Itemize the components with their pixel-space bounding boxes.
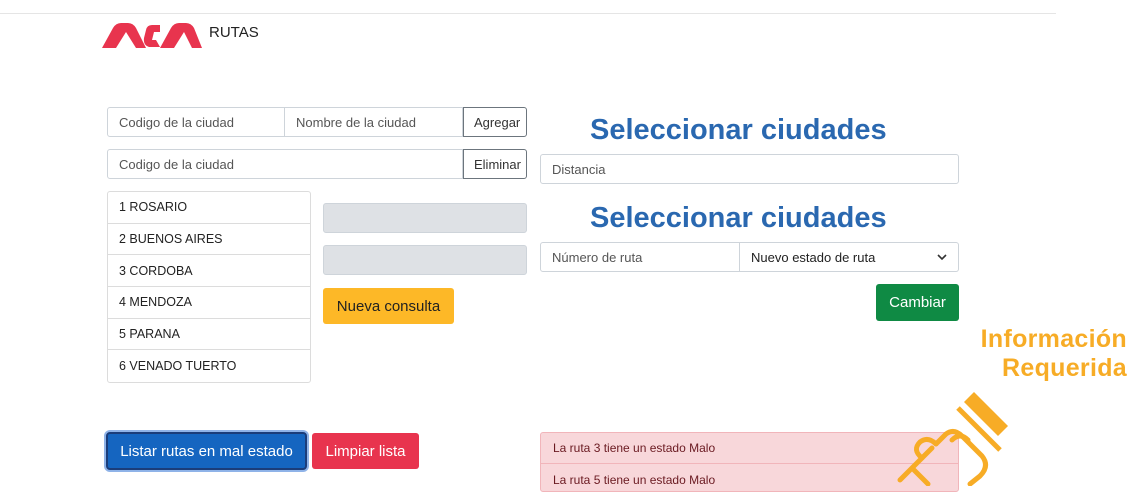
- city-name-input[interactable]: Nombre de la ciudad: [285, 107, 463, 137]
- origin-city-slot[interactable]: [323, 203, 527, 233]
- clear-list-button[interactable]: Limpiar lista: [312, 433, 419, 469]
- info-required-label: Información Requerida: [981, 325, 1127, 383]
- info-line-2: Requerida: [1002, 354, 1127, 382]
- new-query-button[interactable]: Nueva consulta: [323, 288, 454, 324]
- delete-city-form: Codigo de la ciudad Eliminar: [107, 149, 527, 179]
- city-code-input[interactable]: Codigo de la ciudad: [107, 107, 285, 137]
- pointing-hand-icon: [897, 392, 1008, 486]
- add-city-button[interactable]: Agregar: [463, 107, 527, 137]
- list-item[interactable]: 5 PARANA: [108, 319, 310, 351]
- list-item[interactable]: 6 VENADO TUERTO: [108, 350, 310, 382]
- route-heading: Seleccionar ciudades: [590, 202, 887, 234]
- distance-field[interactable]: Distancia: [540, 154, 959, 184]
- route-state-select[interactable]: Nuevo estado de ruta: [740, 242, 959, 272]
- chevron-down-icon: [937, 253, 947, 260]
- list-item[interactable]: 1 ROSARIO: [108, 192, 310, 224]
- aca-logo-icon: [102, 23, 202, 48]
- route-state-select-value: Nuevo estado de ruta: [751, 249, 876, 265]
- list-item[interactable]: 2 BUENOS AIRES: [108, 224, 310, 256]
- delete-city-code-input[interactable]: Codigo de la ciudad: [107, 149, 463, 179]
- delete-city-button[interactable]: Eliminar: [463, 149, 527, 179]
- add-city-form: Codigo de la ciudad Nombre de la ciudad …: [107, 107, 527, 137]
- destination-city-slot[interactable]: [323, 245, 527, 275]
- list-item[interactable]: 3 CORDOBA: [108, 255, 310, 288]
- distance-heading: Seleccionar ciudades: [590, 114, 887, 146]
- list-bad-routes-button[interactable]: Listar rutas en mal estado: [106, 432, 307, 470]
- city-list: 1 ROSARIO 2 BUENOS AIRES 3 CORDOBA 4 MEN…: [107, 191, 311, 384]
- top-divider: [0, 13, 1056, 14]
- route-state-form: Número de ruta Nuevo estado de ruta: [540, 242, 959, 272]
- change-state-button[interactable]: Cambiar: [876, 284, 959, 321]
- brand-title: RUTAS: [209, 24, 259, 41]
- route-number-input[interactable]: Número de ruta: [540, 242, 740, 272]
- list-item[interactable]: 4 MENDOZA: [108, 287, 310, 319]
- info-line-1: Información: [980, 325, 1127, 353]
